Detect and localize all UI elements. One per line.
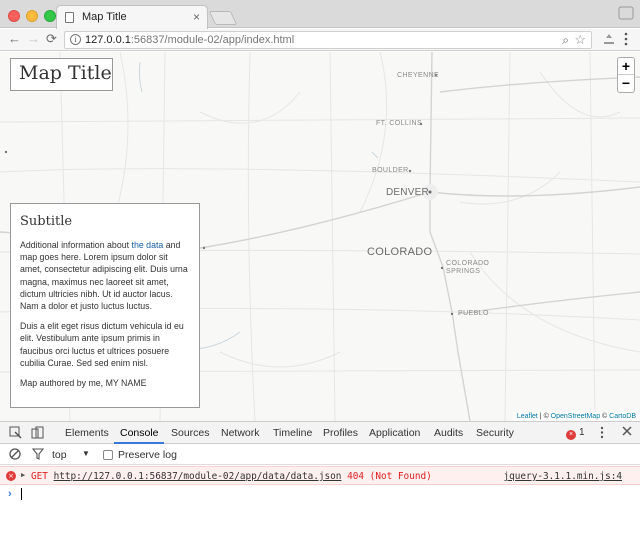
inspect-element-icon[interactable] (9, 426, 22, 439)
error-count: 1 (579, 427, 585, 438)
tab-console[interactable]: Console (120, 427, 159, 439)
console-error-row[interactable]: × ▶ GET http://127.0.0.1:56837/module-02… (0, 466, 640, 485)
url-path: :56837/module-02/app/index.html (130, 34, 295, 46)
devtools-tabbar: Elements Console Sources Network Timelin… (0, 422, 640, 444)
preserve-log-checkbox[interactable] (103, 450, 113, 460)
console-prompt-icon: › (8, 488, 12, 500)
browser-tab[interactable]: Map Title × (56, 5, 208, 29)
console-toolbar: top ▼ Preserve log (0, 445, 640, 465)
maximize-window-button[interactable] (44, 10, 56, 22)
tab-sources[interactable]: Sources (171, 427, 210, 439)
device-toolbar-icon[interactable] (31, 426, 44, 439)
browser-menu-icon[interactable] (624, 32, 628, 46)
close-devtools-icon[interactable] (622, 426, 632, 436)
browser-toolbar: ← → ⟳ i 127.0.0.1:56837/module-02/app/in… (0, 29, 640, 51)
zoom-control: + − (617, 57, 635, 93)
tab-network[interactable]: Network (221, 427, 260, 439)
attribution-sep-2: © (600, 413, 610, 420)
new-tab-button[interactable] (208, 11, 238, 25)
data-link[interactable]: the data (132, 240, 164, 250)
label-colorado-state: COLORADO (367, 246, 433, 258)
tab-security[interactable]: Security (476, 427, 514, 439)
clear-console-icon[interactable] (9, 448, 21, 460)
context-selector[interactable]: top (52, 449, 67, 461)
cartodb-link[interactable]: CartoDB (609, 413, 636, 420)
devtools-panel: Elements Console Sources Network Timelin… (0, 421, 640, 541)
url-host: 127.0.0.1 (85, 34, 131, 46)
label-colorado-springs-line2: SPRINGS (446, 268, 481, 275)
error-source-link[interactable]: jquery-3.1.1.min.js:4 (503, 471, 622, 482)
leaflet-link[interactable]: Leaflet (517, 413, 538, 420)
tab-application[interactable]: Application (369, 427, 420, 439)
label-boulder: BOULDER (372, 167, 409, 174)
tab-elements[interactable]: Elements (65, 427, 109, 439)
zoom-in-button[interactable]: + (618, 58, 634, 75)
browser-titlebar: Map Title × (0, 0, 640, 29)
minimize-window-button[interactable] (26, 10, 38, 22)
extension-icon[interactable] (603, 33, 615, 45)
filter-icon[interactable] (32, 448, 44, 460)
devtools-menu-icon[interactable] (600, 426, 604, 439)
map-attribution: Leaflet | © OpenStreetMap © CartoDB (512, 412, 640, 421)
error-status: 404 (Not Found) (347, 471, 432, 482)
reload-button[interactable]: ⟳ (46, 31, 57, 47)
label-denver: DENVER (386, 187, 429, 198)
console-input[interactable] (21, 488, 22, 500)
label-colorado-springs-line1: COLORADO (446, 260, 490, 267)
map-title-box: Map Title (10, 58, 113, 91)
url-text[interactable]: 127.0.0.1:56837/module-02/app/index.html (85, 34, 294, 46)
zoom-out-button[interactable]: − (618, 75, 634, 92)
info-icon[interactable]: i (70, 34, 81, 45)
info-panel: Subtitle Additional information about th… (10, 203, 200, 408)
back-button[interactable]: ← (8, 31, 21, 46)
address-bar[interactable]: i 127.0.0.1:56837/module-02/app/index.ht… (64, 31, 592, 49)
map-title: Map Title (19, 62, 112, 84)
osm-link[interactable]: OpenStreetMap (551, 413, 600, 420)
panel-p1-after: and map goes here. Lorem ipsum dolor sit… (20, 240, 188, 312)
attribution-sep-1: | © (537, 413, 551, 420)
panel-paragraph-2: Duis a elit eget risus dictum vehicula i… (20, 321, 184, 368)
active-tab-indicator (114, 442, 164, 444)
search-icon[interactable]: ⌕ (562, 33, 569, 48)
label-pueblo: PUEBLO (458, 310, 489, 317)
preserve-log-label: Preserve log (118, 449, 177, 461)
tab-timeline[interactable]: Timeline (273, 427, 312, 439)
close-window-button[interactable] (8, 10, 20, 22)
tab-close-icon[interactable]: × (193, 10, 200, 24)
label-fort-collins: FT. COLLINS (376, 120, 423, 127)
error-method: GET (31, 471, 48, 482)
error-url[interactable]: http://127.0.0.1:56837/module-02/app/dat… (54, 471, 342, 482)
profile-icon[interactable] (618, 6, 634, 20)
panel-author: Map authored by me, MY NAME (20, 378, 147, 389)
panel-subtitle: Subtitle (20, 214, 73, 229)
error-message: GET http://127.0.0.1:56837/module-02/app… (31, 471, 432, 482)
panel-paragraph-1: Additional information about the data an… (20, 239, 190, 312)
error-count-icon: × (566, 430, 576, 440)
forward-button[interactable]: → (27, 31, 40, 46)
label-cheyenne: CHEYENNE (397, 72, 440, 79)
tab-audits[interactable]: Audits (434, 427, 463, 439)
context-dropdown-icon[interactable]: ▼ (82, 449, 90, 458)
error-counter[interactable]: × 1 (566, 427, 585, 440)
tab-title: Map Title (82, 11, 127, 23)
page-icon (65, 12, 74, 23)
error-icon: × (6, 471, 16, 481)
map-container[interactable]: CHEYENNE FT. COLLINS BOULDER DENVER COLO… (0, 52, 640, 421)
expand-triangle-icon[interactable]: ▶ (21, 471, 25, 479)
tab-profiles[interactable]: Profiles (323, 427, 358, 439)
panel-p1-before: Additional information about (20, 240, 132, 250)
bookmark-star-icon[interactable]: ☆ (574, 32, 586, 48)
